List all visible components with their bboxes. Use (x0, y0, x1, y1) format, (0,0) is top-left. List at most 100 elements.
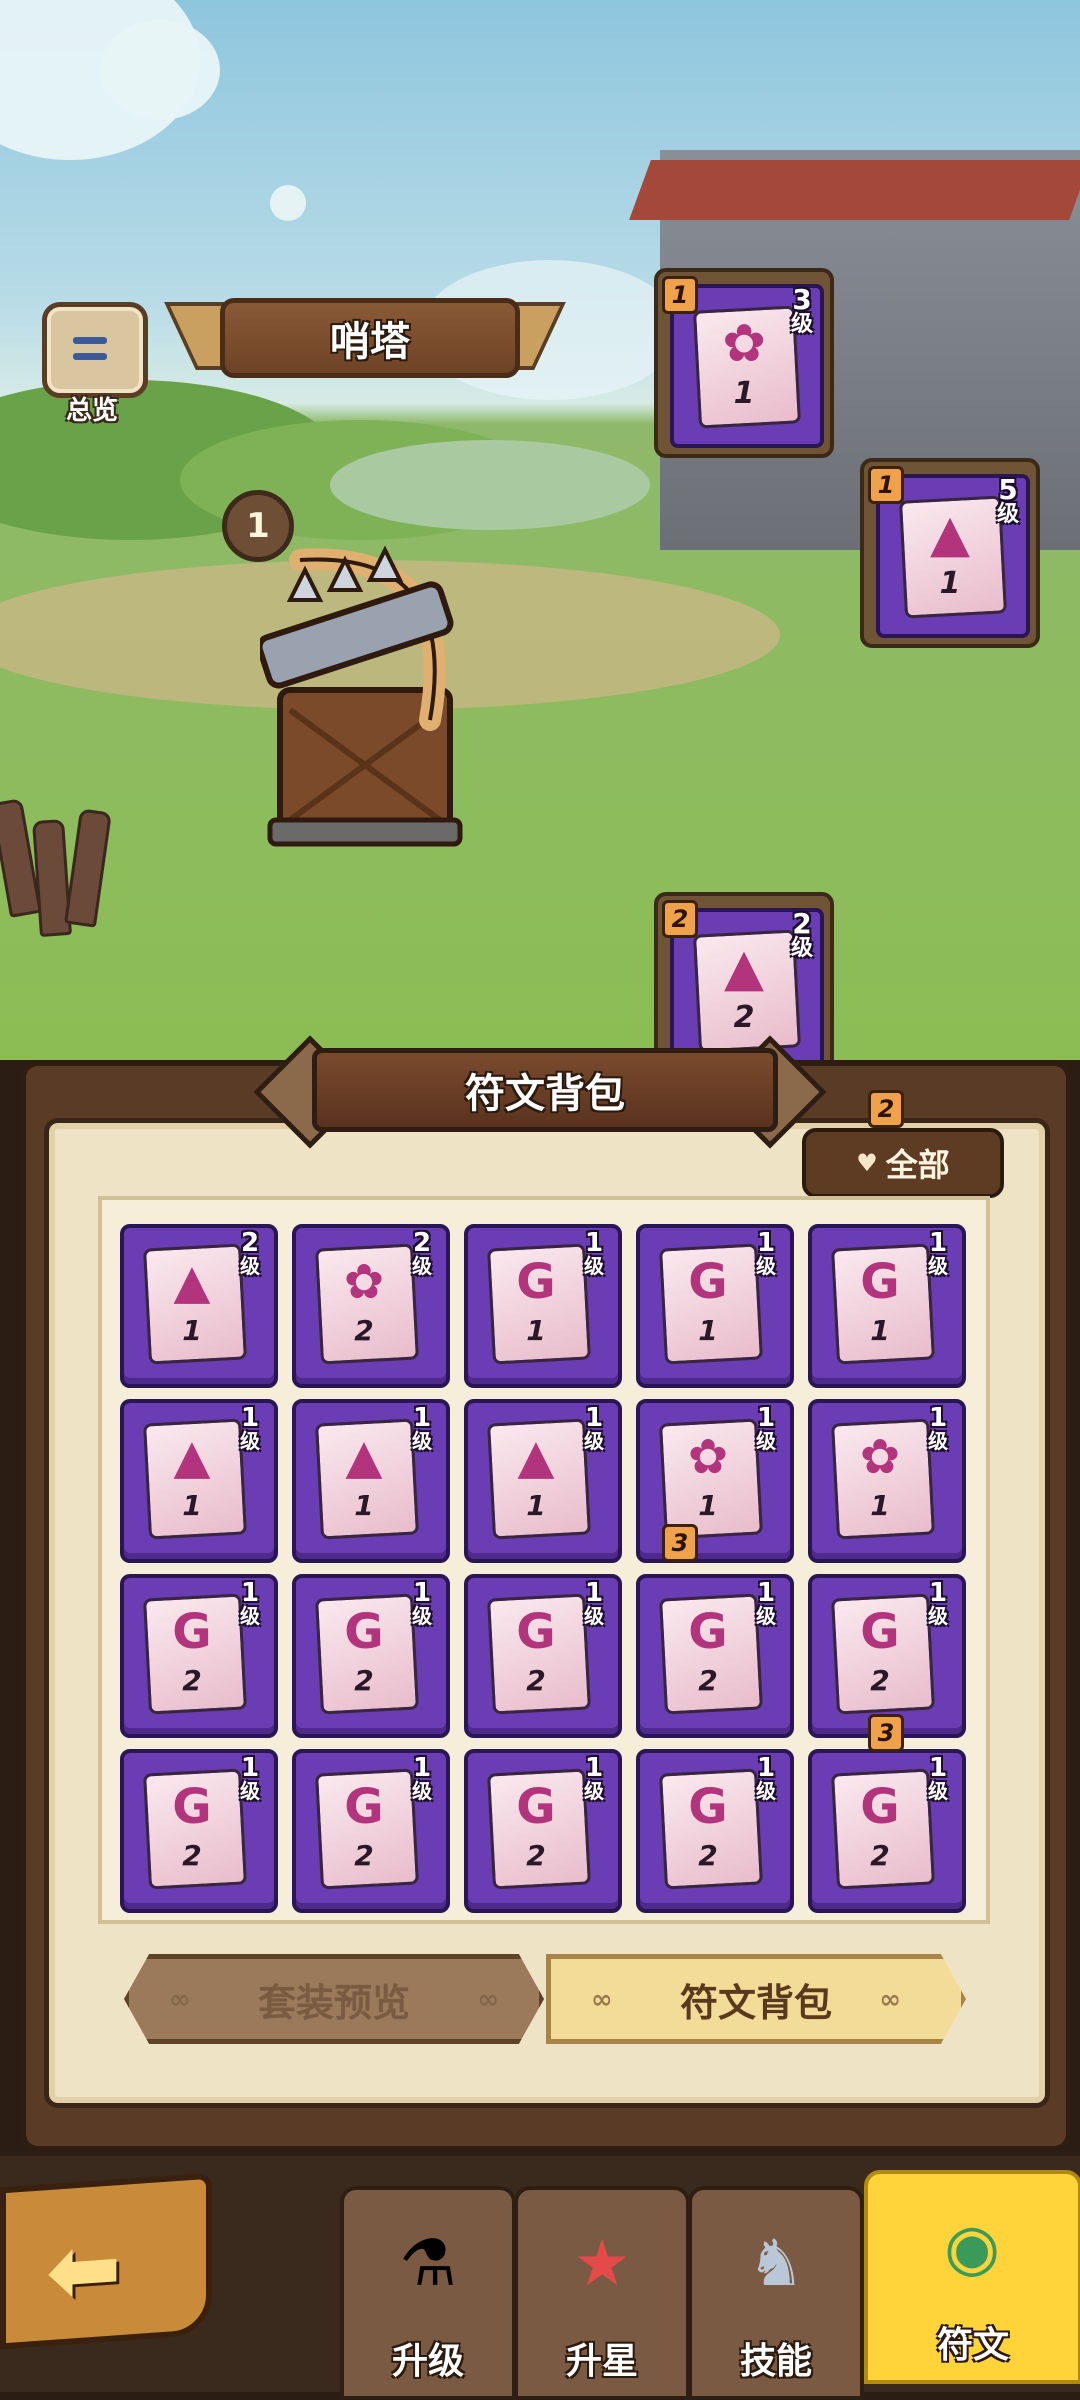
rune-item[interactable]: ▲ 1 1 级 (464, 1399, 622, 1563)
rune-level-number: 1 (412, 1403, 432, 1433)
rune-tier: 1 (526, 1314, 546, 1347)
rune-level: 1级 (576, 1580, 612, 1626)
rune-tier: 2 (354, 1839, 374, 1872)
rune-item[interactable]: ✿ 1 1 级 (808, 1399, 966, 1563)
rune-item[interactable]: G 2 1级 (292, 1749, 450, 1913)
back-arrow-icon: ⬅ (46, 2214, 122, 2326)
rune-item[interactable]: ✿ 1 1 级 (636, 1399, 794, 1563)
rune-tier: 1 (733, 376, 755, 411)
rune-tier: 2 (870, 1664, 890, 1697)
rune-level-unit: 级 (928, 1779, 948, 1803)
rune-level-number: 1 (412, 1753, 432, 1783)
rune-level-number: 1 (584, 1228, 604, 1258)
rune-level-number: 1 (412, 1578, 432, 1608)
swirl-rune-icon: G (860, 1779, 900, 1835)
rune-bag-tab[interactable]: ∞ 符文背包 ∞ (546, 1954, 966, 2044)
swirl-rune-icon: G (516, 1604, 556, 1660)
set-preview-tab[interactable]: ∞ 套装预览 ∞ (124, 1954, 544, 2044)
rune-level-number: 2 (412, 1228, 432, 1258)
rune-tier: 2 (354, 1664, 374, 1697)
ornament-icon: ∞ (879, 1985, 901, 2015)
rune-item[interactable]: G 2 1级 (808, 1749, 966, 1913)
rune-item[interactable]: G 2 1级 (292, 1574, 450, 1738)
rune-item[interactable]: G11级 (808, 1224, 966, 1388)
swirl-rune-icon: G (688, 1779, 728, 1835)
flower-rune-icon: ✿ (343, 1254, 385, 1310)
nav-tab-upgrade[interactable]: ⚗ 升级 (340, 2186, 516, 2400)
nav-tab-skill[interactable]: ♞ 技能 (688, 2186, 864, 2400)
rune-set-badge: 1 (662, 276, 698, 314)
rune-level-unit: 级 (584, 1254, 604, 1278)
rune-item[interactable]: G 2 1级 (120, 1749, 278, 1913)
rune-bag-tab-label: 符文背包 (679, 1980, 832, 2025)
rune-level-unit: 级 (412, 1254, 432, 1278)
rune-level: 2级 (782, 910, 822, 960)
rune-level: 1级 (232, 1405, 268, 1451)
swirl-rune-icon: G (344, 1604, 384, 1660)
rune-level-unit: 级 (756, 1429, 776, 1453)
rune-item[interactable]: G11级 (464, 1224, 622, 1388)
dragon-helm-icon: ♞ (747, 2227, 805, 2301)
rune-level: 2级 (232, 1230, 268, 1276)
rune-item[interactable]: G 2 1级 (120, 1574, 278, 1738)
rune-item[interactable]: ▲ 1 1 级 (292, 1399, 450, 1563)
rune-item[interactable]: ▲ 1 1 级 (120, 1399, 278, 1563)
equipped-rune-slot[interactable]: 1 ▲ 1 5 级 (860, 458, 1040, 648)
nav-tab-label: 升级 (391, 2341, 464, 2382)
rune-tier: 2 (526, 1839, 546, 1872)
back-button[interactable]: ⬅ (0, 2172, 212, 2350)
nav-tab-star[interactable]: ★ 升星 (514, 2186, 690, 2400)
cloud (270, 185, 306, 221)
rune-item[interactable]: G 2 1级 (636, 1749, 794, 1913)
rune-item[interactable]: ▲ 1 2 级 (120, 1224, 278, 1388)
rune-scroll-icon: ◉ (944, 2211, 1000, 2285)
peak-rune-icon: ▲ (173, 1254, 211, 1310)
rune-tier: 1 (182, 1314, 202, 1347)
swirl-rune-icon: G (516, 1779, 556, 1835)
rune-item[interactable]: G 2 1级 (464, 1574, 622, 1738)
flower-rune-icon: ✿ (859, 1429, 901, 1485)
nav-tab-rune[interactable]: ◉ 符文 (864, 2170, 1080, 2384)
filter-label: 全部 (885, 1146, 950, 1184)
rune-level-number: 1 (928, 1403, 948, 1433)
rune-tier: 1 (939, 566, 961, 601)
fence-post (64, 808, 112, 928)
overview-button[interactable]: 总览 (32, 296, 152, 426)
rune-level: 1级 (232, 1580, 268, 1626)
rune-level: 1级 (748, 1755, 784, 1801)
rune-level-number: 1 (584, 1578, 604, 1608)
swirl-rune-icon: G (688, 1254, 728, 1310)
rune-tier: 2 (526, 1664, 546, 1697)
equipped-rune-slot[interactable]: 1 ✿ 1 3 级 (654, 268, 834, 458)
rune-tier: 1 (870, 1314, 890, 1347)
rune-level-number: 1 (756, 1753, 776, 1783)
rune-level-unit: 级 (996, 502, 1019, 527)
rune-item[interactable]: G 2 1级 (636, 1574, 794, 1738)
rune-level-number: 1 (240, 1753, 260, 1783)
rune-level-number: 1 (756, 1578, 776, 1608)
rune-level-number: 2 (792, 907, 812, 940)
peak-rune-icon: ▲ (517, 1429, 555, 1485)
ornament-icon: ∞ (477, 1985, 499, 2015)
rune-level-number: 1 (928, 1228, 948, 1258)
rune-level-number: 1 (928, 1753, 948, 1783)
rune-set-badge: 2 (662, 900, 698, 938)
filter-dropdown[interactable]: ♥ 全部 (802, 1128, 1004, 1198)
rune-level-unit: 级 (240, 1254, 260, 1278)
rune-level: 1级 (232, 1755, 268, 1801)
ornament-icon: ∞ (591, 1985, 613, 2015)
rune-level: 5级 (988, 476, 1028, 526)
rune-level-unit: 级 (790, 936, 813, 961)
peak-rune-icon: ▲ (345, 1429, 383, 1485)
rune-item[interactable]: G11级 (636, 1224, 794, 1388)
rune-level: 1级 (748, 1405, 784, 1451)
rune-level: 1级 (576, 1230, 612, 1276)
rune-level-number: 1 (240, 1403, 260, 1433)
rune-level-number: 1 (756, 1228, 776, 1258)
rune-item[interactable]: ✿ 2 2 级 (292, 1224, 450, 1388)
rune-level: 1级 (404, 1405, 440, 1451)
rune-level: 1级 (748, 1580, 784, 1626)
rune-item[interactable]: G 2 1级 (464, 1749, 622, 1913)
rune-level-number: 1 (928, 1578, 948, 1608)
rune-level-number: 2 (240, 1228, 260, 1258)
